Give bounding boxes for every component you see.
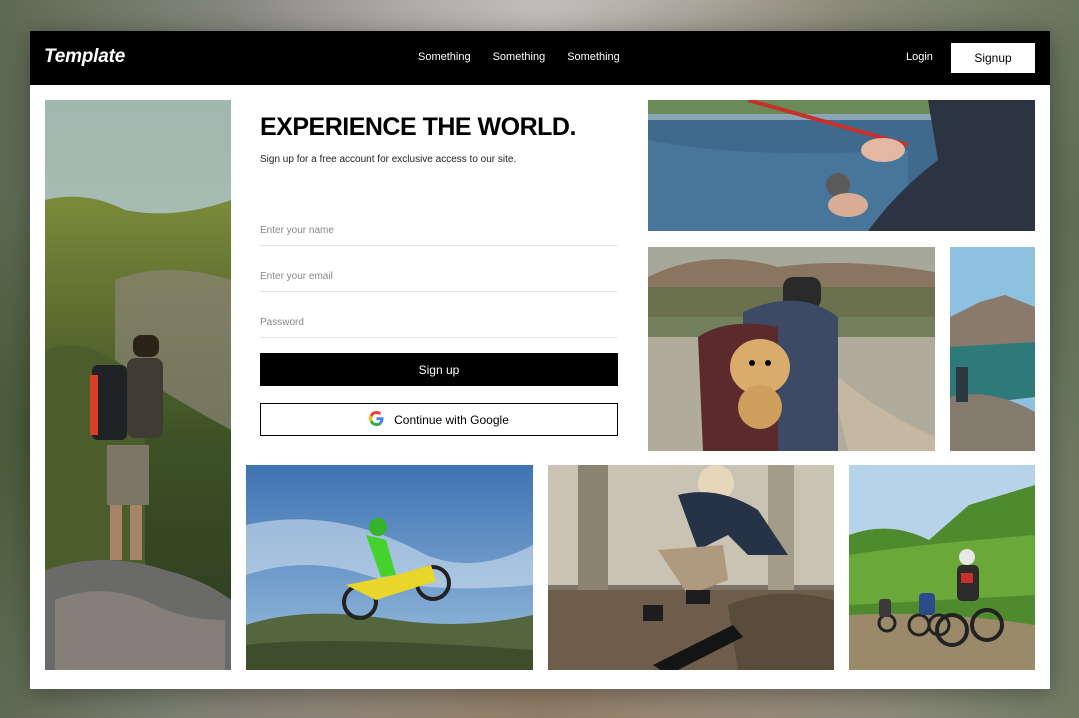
dog-backpack-photo	[648, 247, 935, 451]
nav-link-2[interactable]: Something	[493, 51, 546, 63]
skateboard-photo	[548, 465, 834, 670]
password-field[interactable]	[260, 307, 618, 338]
cyclists-photo	[849, 465, 1035, 670]
nav-link-1[interactable]: Something	[418, 51, 471, 63]
motocross-photo	[246, 465, 533, 670]
nav-links: Something Something Something	[418, 51, 620, 63]
login-link[interactable]: Login	[906, 51, 933, 63]
google-button-label: Continue with Google	[394, 412, 509, 427]
brand-logo[interactable]: Template	[44, 46, 125, 68]
page-window: Template Something Something Something L…	[30, 31, 1050, 689]
email-field[interactable]	[260, 261, 618, 292]
signup-submit-button[interactable]: Sign up	[260, 353, 618, 386]
top-navbar: Template Something Something Something L…	[30, 31, 1050, 85]
google-icon	[369, 410, 384, 429]
name-field[interactable]	[260, 215, 618, 246]
lake-photo	[950, 247, 1035, 451]
nav-link-3[interactable]: Something	[567, 51, 620, 63]
google-signin-button[interactable]: Continue with Google	[260, 403, 618, 436]
page-subtitle: Sign up for a free account for exclusive…	[260, 154, 517, 165]
hiker-photo	[45, 100, 231, 670]
page-title: EXPERIENCE THE WORLD.	[260, 113, 576, 141]
signup-panel: EXPERIENCE THE WORLD. Sign up for a free…	[260, 113, 620, 436]
fishing-photo	[648, 100, 1035, 231]
signup-button[interactable]: Signup	[951, 43, 1035, 73]
